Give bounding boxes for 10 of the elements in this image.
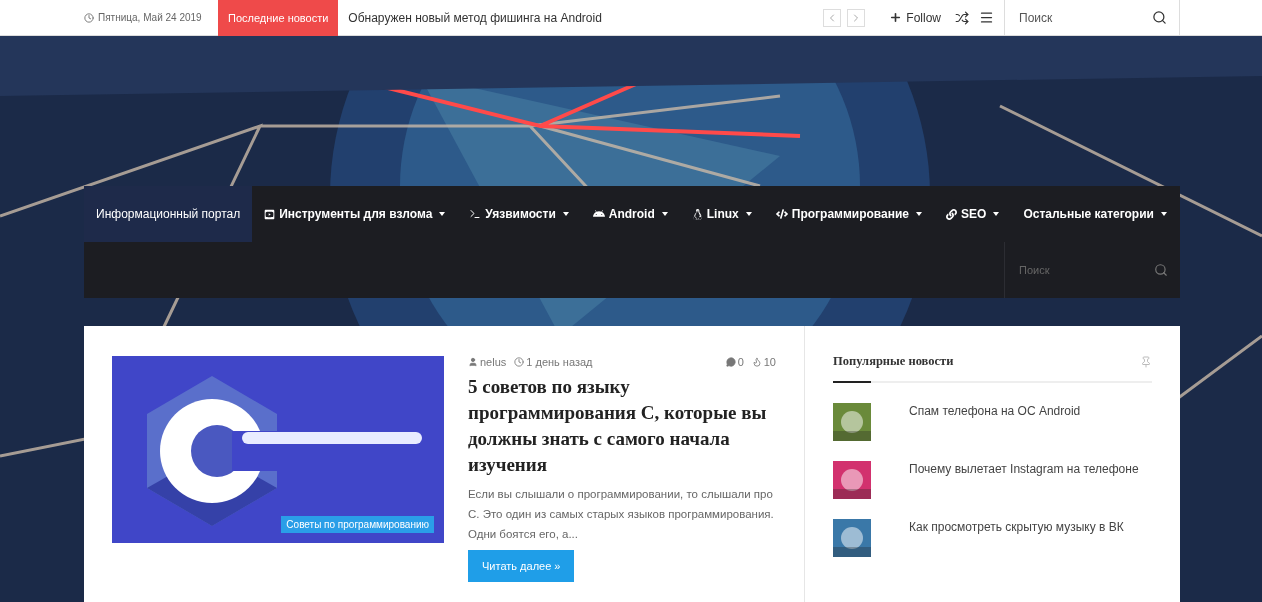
date-text: Пятница, Май 24 2019: [84, 12, 218, 23]
shuffle-icon[interactable]: [955, 10, 969, 25]
headline-link[interactable]: Обнаружен новый метод фишинга на Android: [348, 10, 824, 25]
clock-icon: [84, 12, 94, 23]
search-field[interactable]: Поиск: [1017, 9, 1152, 26]
plus-icon: [889, 11, 903, 24]
breaking-news-label: Последние новости: [218, 0, 339, 36]
follow-button[interactable]: Follow: [889, 10, 941, 25]
search-icon[interactable]: [1152, 10, 1167, 25]
menu-icon[interactable]: [979, 10, 994, 25]
